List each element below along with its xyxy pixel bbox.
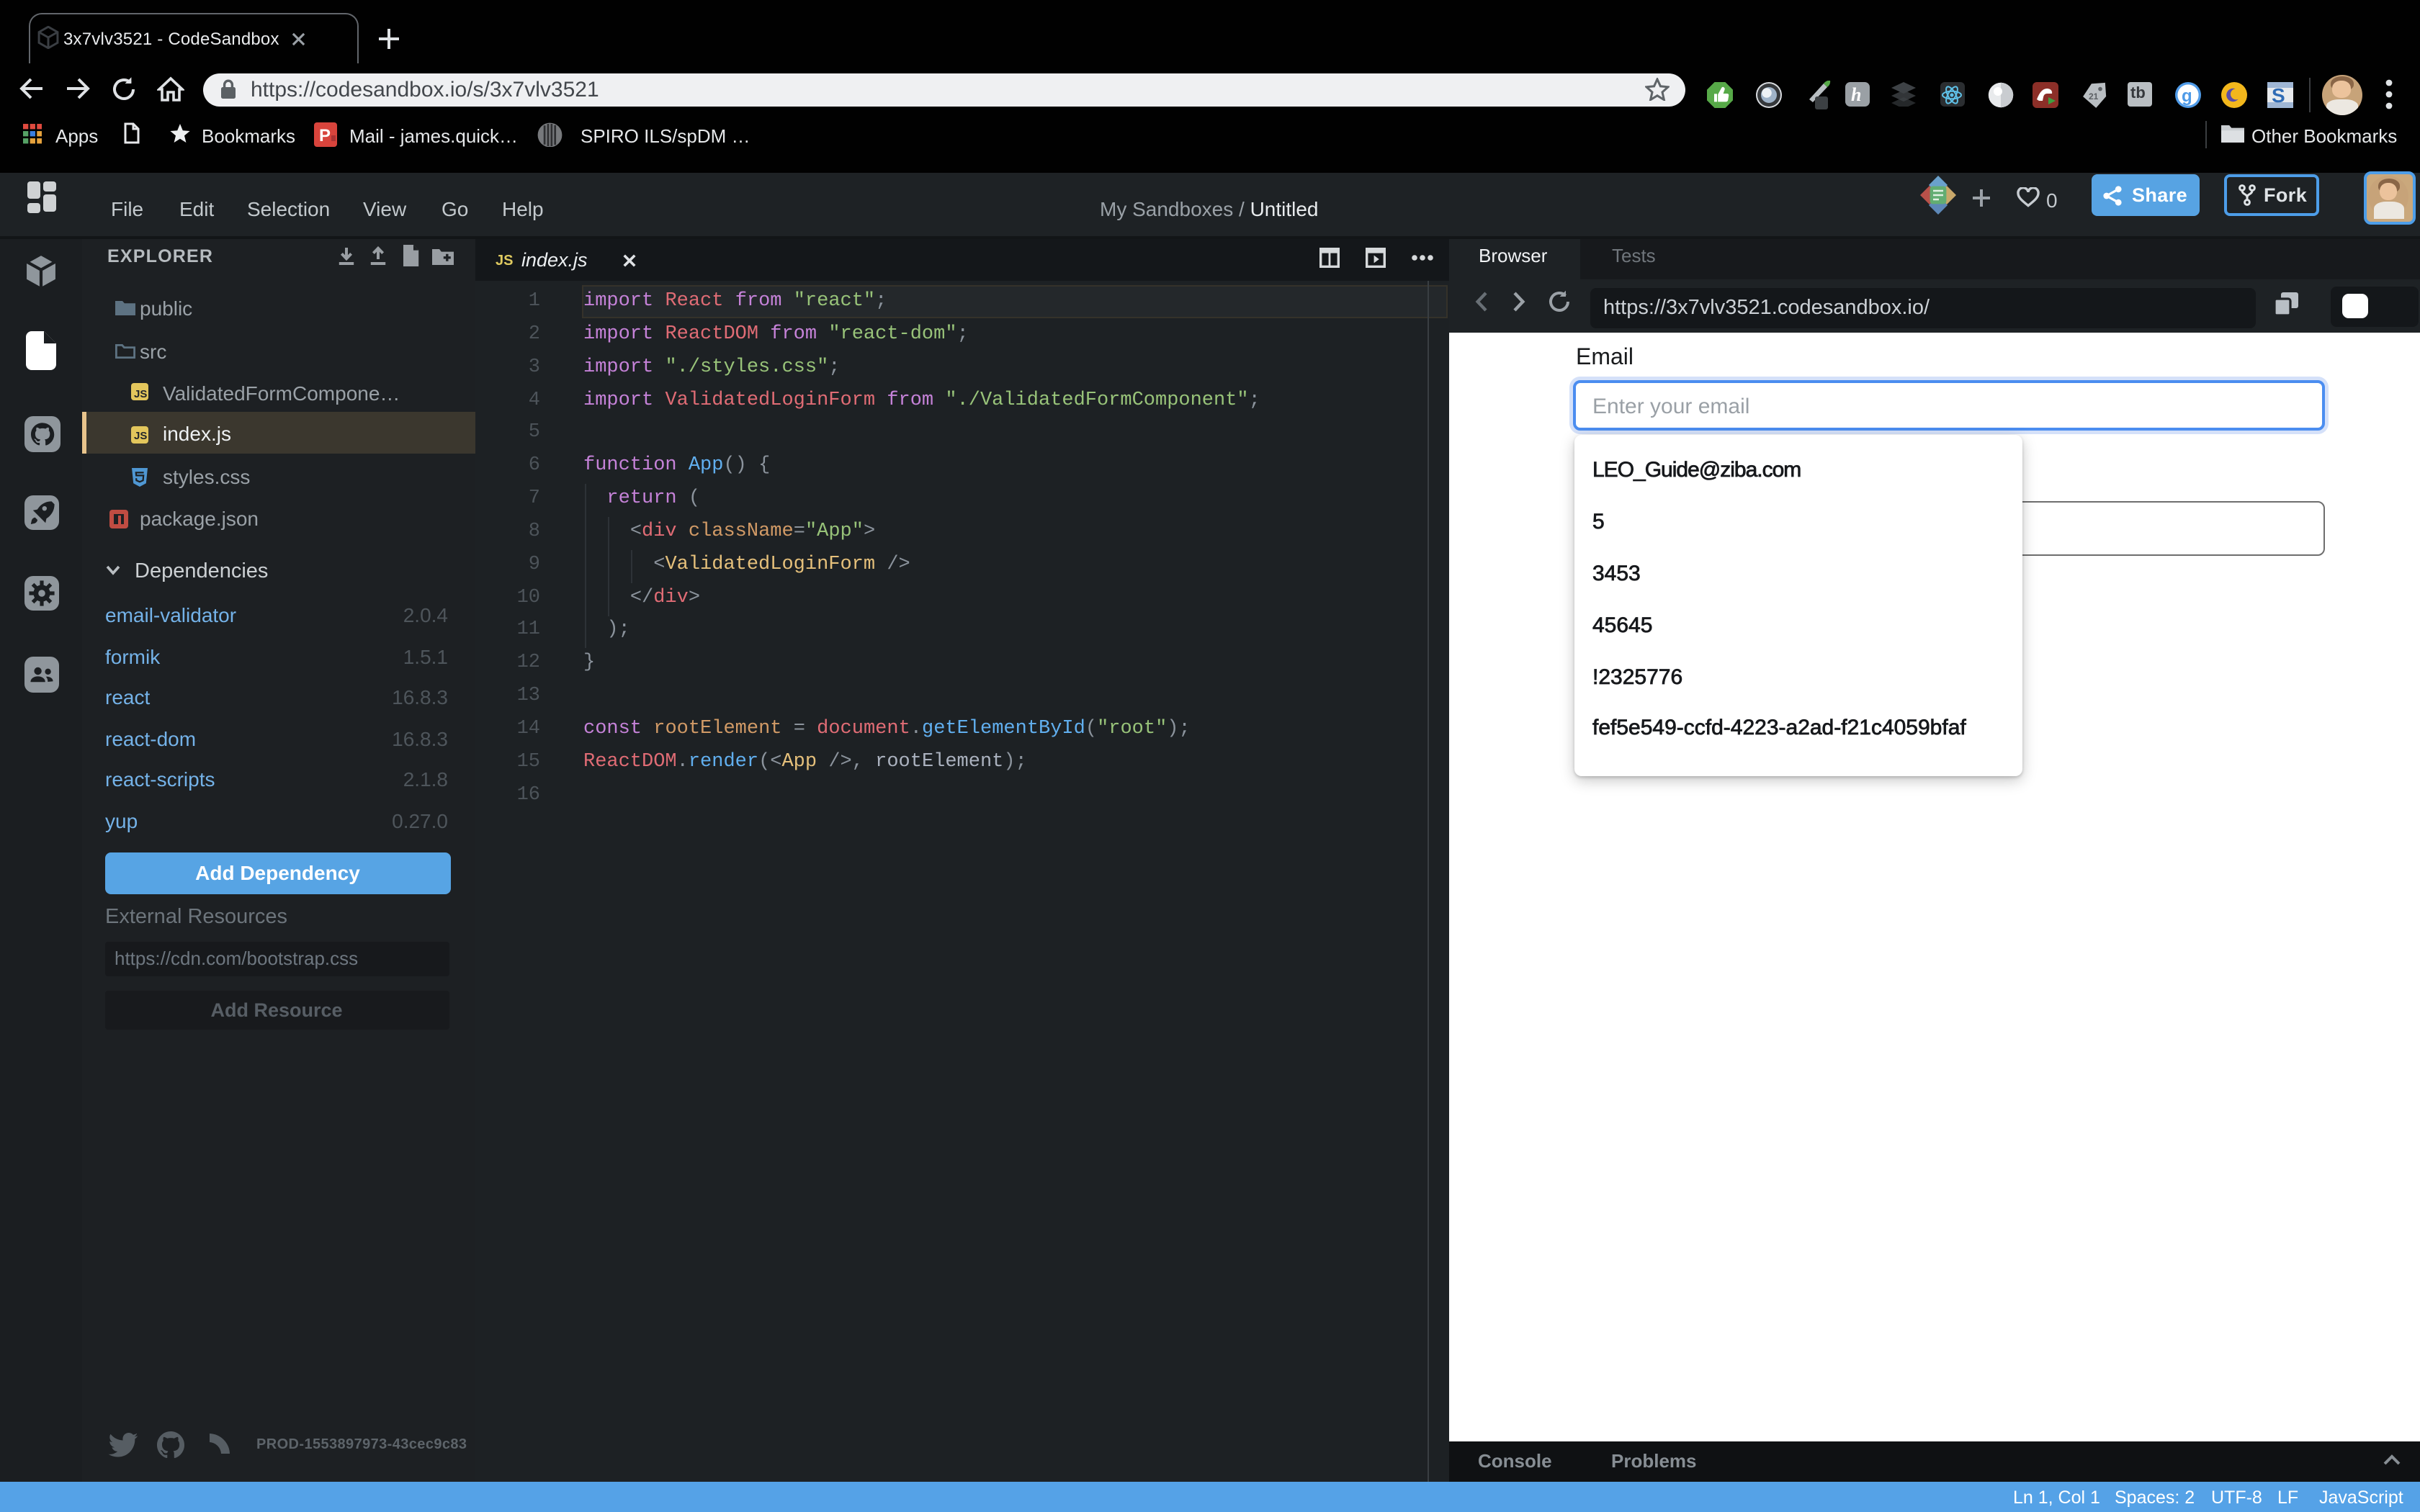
svg-text:g: g [2181, 86, 2192, 106]
svg-text:21: 21 [2089, 91, 2099, 101]
svg-text:S: S [2272, 84, 2285, 107]
